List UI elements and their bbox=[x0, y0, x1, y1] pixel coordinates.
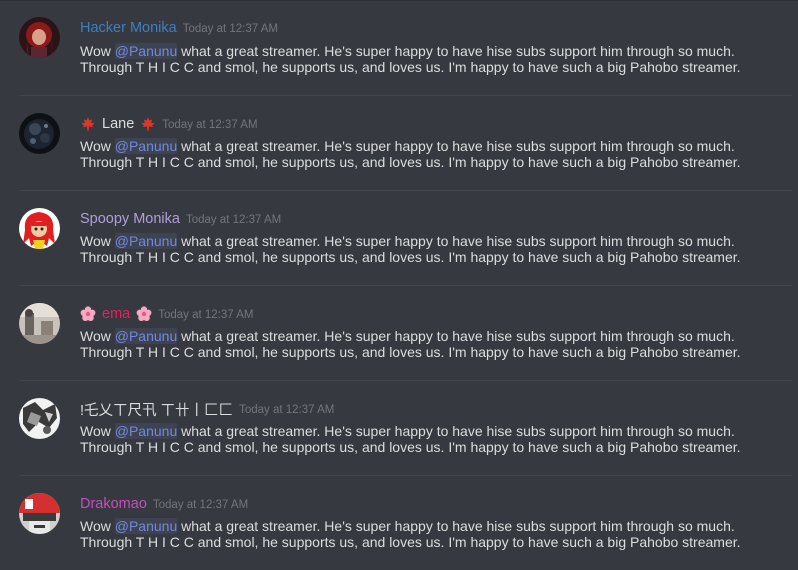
cherry-blossom-icon bbox=[136, 306, 152, 322]
maple-leaf-icon bbox=[140, 116, 156, 132]
red-white-robot-avatar-icon[interactable] bbox=[19, 493, 60, 534]
message-content: Wow @Panunu what a great streamer. He's … bbox=[80, 233, 780, 265]
timestamp: Today at 12:37 AM bbox=[162, 119, 258, 131]
message-header: !乇乂ㄒ尺卂 ㄒ卄丨匚匚 Today at 12:37 AM bbox=[80, 399, 334, 419]
author-name[interactable]: Hacker Monika bbox=[80, 20, 177, 36]
author-name[interactable]: !乇乂ㄒ尺卂 ㄒ卄丨匚匚 bbox=[80, 399, 233, 420]
message-text: Wow bbox=[80, 328, 115, 344]
author-name[interactable]: ema bbox=[102, 306, 130, 322]
message-group: Spoopy Monika Today at 12:37 AM Wow @Pan… bbox=[0, 190, 798, 285]
message-line-1: Wow @Panunu what a great streamer. He's … bbox=[80, 423, 780, 439]
message-divider bbox=[20, 285, 792, 286]
timestamp: Today at 12:37 AM bbox=[182, 23, 278, 35]
message-line-1: Wow @Panunu what a great streamer. He's … bbox=[80, 328, 780, 344]
user-mention[interactable]: @Panunu bbox=[114, 518, 178, 534]
message-divider bbox=[20, 95, 792, 96]
dark-orb-avatar-icon[interactable] bbox=[19, 113, 60, 154]
message-content: Wow @Panunu what a great streamer. He's … bbox=[80, 138, 780, 170]
message-content: Wow @Panunu what a great streamer. He's … bbox=[80, 328, 780, 360]
message-line-2: Through T H I C C and smol, he supports … bbox=[80, 249, 741, 265]
message-group: Lane Today at 12:37 AM Wow @Panunu what … bbox=[0, 95, 798, 190]
cherry-blossom-icon bbox=[80, 306, 96, 322]
message-text: Wow bbox=[80, 43, 115, 59]
message-header: ema Today at 12:37 AM bbox=[80, 304, 253, 324]
message-text: Wow bbox=[80, 233, 115, 249]
message-text: what a great streamer. He's super happy … bbox=[177, 328, 735, 344]
message-header: Lane Today at 12:37 AM bbox=[80, 114, 258, 134]
message-group: ema Today at 12:37 AM Wow @Panunu what a… bbox=[0, 285, 798, 380]
message-text: what a great streamer. He's super happy … bbox=[177, 518, 735, 534]
message-text: what a great streamer. He's super happy … bbox=[177, 43, 735, 59]
message-group: Hacker Monika Today at 12:37 AM Wow @Pan… bbox=[0, 0, 798, 95]
message-content: Wow @Panunu what a great streamer. He's … bbox=[80, 423, 780, 455]
author-name[interactable]: Drakomao bbox=[80, 496, 147, 512]
message-line-1: Wow @Panunu what a great streamer. He's … bbox=[80, 518, 780, 534]
user-mention[interactable]: @Panunu bbox=[114, 138, 178, 154]
message-line-1: Wow @Panunu what a great streamer. He's … bbox=[80, 233, 780, 249]
message-divider bbox=[20, 190, 792, 191]
timestamp: Today at 12:37 AM bbox=[152, 499, 249, 511]
message-text: Wow bbox=[80, 138, 115, 154]
message-line-2: Through T H I C C and smol, he supports … bbox=[80, 344, 741, 360]
message-line-2: Through T H I C C and smol, he supports … bbox=[80, 534, 741, 550]
message-line-1: Wow @Panunu what a great streamer. He's … bbox=[80, 138, 780, 154]
author-name[interactable]: Spoopy Monika bbox=[80, 211, 180, 227]
user-mention[interactable]: @Panunu bbox=[114, 423, 178, 439]
timestamp: Today at 12:37 AM bbox=[239, 404, 335, 416]
message-group: !乇乂ㄒ尺卂 ㄒ卄丨匚匚 Today at 12:37 AM Wow @Panu… bbox=[0, 380, 798, 475]
monochrome-sketch-avatar-icon[interactable] bbox=[19, 398, 60, 439]
message-content: Wow @Panunu what a great streamer. He's … bbox=[80, 518, 780, 550]
message-text: Wow bbox=[80, 423, 115, 439]
message-text: Wow bbox=[80, 518, 115, 534]
message-divider bbox=[20, 475, 792, 476]
grey-photo-avatar-icon[interactable] bbox=[19, 303, 60, 344]
message-line-1: Wow @Panunu what a great streamer. He's … bbox=[80, 43, 780, 59]
timestamp: Today at 12:37 AM bbox=[185, 214, 282, 226]
user-mention[interactable]: @Panunu bbox=[114, 328, 178, 344]
red-haired-character-avatar-icon[interactable] bbox=[19, 17, 60, 58]
message-content: Wow @Panunu what a great streamer. He's … bbox=[80, 43, 780, 75]
message-divider bbox=[20, 380, 792, 381]
user-mention[interactable]: @Panunu bbox=[114, 233, 178, 249]
message-header: Spoopy Monika Today at 12:37 AM bbox=[80, 209, 281, 229]
message-header: Hacker Monika Today at 12:37 AM bbox=[80, 18, 278, 38]
red-anime-character-avatar-icon[interactable] bbox=[19, 208, 60, 249]
message-line-2: Through T H I C C and smol, he supports … bbox=[80, 59, 741, 75]
timestamp: Today at 12:37 AM bbox=[158, 309, 254, 321]
message-line-2: Through T H I C C and smol, he supports … bbox=[80, 439, 741, 455]
message-text: what a great streamer. He's super happy … bbox=[177, 233, 735, 249]
author-name[interactable]: Lane bbox=[102, 116, 134, 132]
user-mention[interactable]: @Panunu bbox=[114, 43, 178, 59]
message-text: what a great streamer. He's super happy … bbox=[177, 423, 735, 439]
message-line-2: Through T H I C C and smol, he supports … bbox=[80, 154, 741, 170]
message-header: Drakomao Today at 12:37 AM bbox=[80, 494, 248, 514]
message-text: what a great streamer. He's super happy … bbox=[177, 138, 735, 154]
maple-leaf-icon bbox=[80, 116, 96, 132]
